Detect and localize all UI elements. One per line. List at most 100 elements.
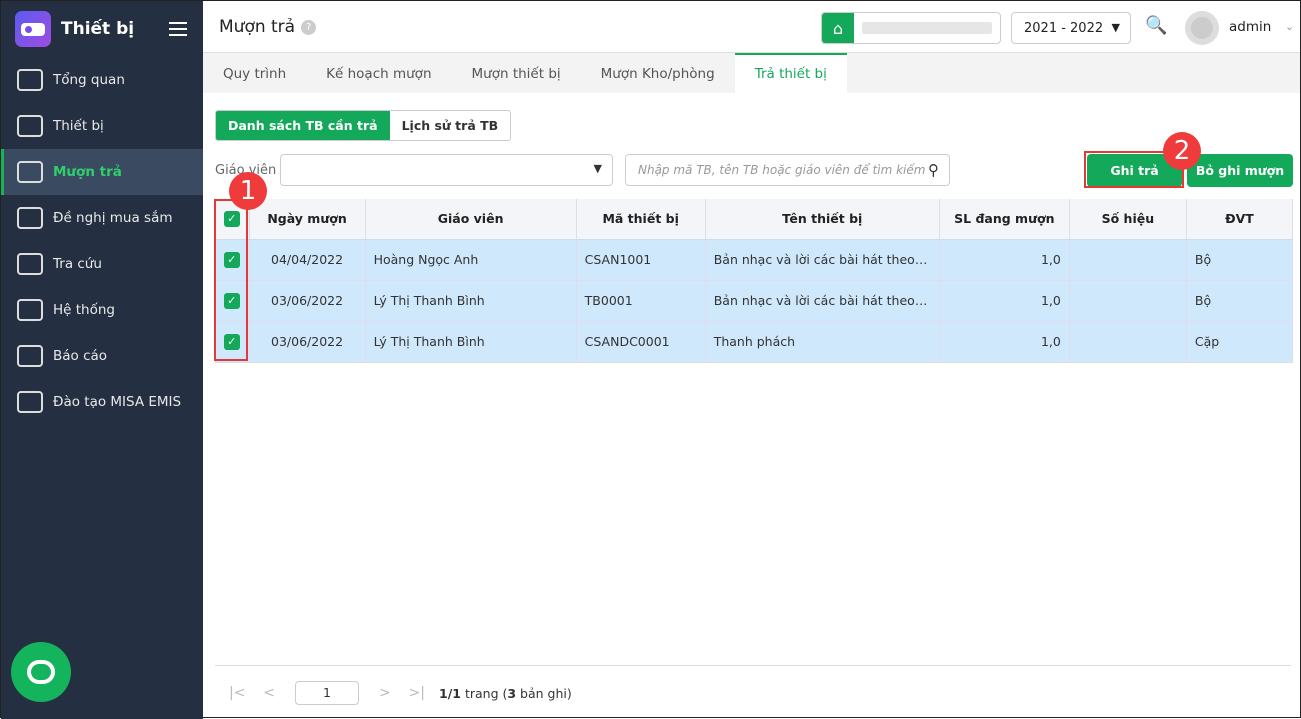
tab-2[interactable]: Mượn thiết bị <box>452 53 581 93</box>
column-header[interactable]: SL đang mượn <box>939 199 1070 240</box>
column-header[interactable]: Ngày mượn <box>249 199 366 240</box>
tab-1[interactable]: Kế hoạch mượn <box>306 53 451 93</box>
table-cell: 03/06/2022 <box>249 321 366 363</box>
sidebar-item-label: Tra cứu <box>53 256 102 272</box>
sidebar-item-label: Tổng quan <box>53 72 125 88</box>
table-cell: 1,0 <box>939 321 1070 363</box>
chevron-down-icon: ▼ <box>593 162 602 175</box>
table-cell: Hoàng Ngọc Anh <box>365 239 577 281</box>
chevron-down-icon[interactable]: ⌄ <box>1285 20 1294 33</box>
menu-icon[interactable] <box>169 18 187 40</box>
equipment-table: ✓ Ngày mượn Giáo viên Mã thiết bị Tên thiết … <box>215 199 1294 363</box>
column-header[interactable]: Số hiệu <box>1069 199 1187 240</box>
table-cell: Thanh phách <box>705 321 940 363</box>
monitor-icon <box>17 115 43 137</box>
step-badge-2: 2 <box>1163 132 1201 170</box>
last-page-icon[interactable]: >| <box>409 685 425 701</box>
record-word: bản ghi) <box>516 685 572 701</box>
table-row[interactable]: ✓ 04/04/2022 Hoàng Ngọc Anh CSAN1001 Bản nhạ… <box>215 239 1294 281</box>
table-cell: 04/04/2022 <box>249 239 366 281</box>
pie-icon <box>17 345 43 367</box>
table-cell: Cặp <box>1186 321 1294 363</box>
tab-0[interactable]: Quy trình <box>203 53 306 93</box>
column-header[interactable]: Tên thiết bị <box>705 199 940 240</box>
teacher-select[interactable]: ▼ <box>280 154 613 186</box>
lookup-icon[interactable]: 🔍 <box>1145 15 1167 36</box>
column-header[interactable]: ĐVT <box>1186 199 1294 240</box>
avatar[interactable] <box>1185 11 1219 45</box>
home-icon: ⌂ <box>822 13 854 43</box>
sidebar-item-label: Thiết bị <box>53 118 104 134</box>
table-cell <box>1069 239 1187 281</box>
tab-3[interactable]: Mượn Kho/phòng <box>581 53 735 93</box>
table-row[interactable]: ✓ 03/06/2022 Lý Thị Thanh Bình CSANDC0001 Th… <box>215 321 1294 363</box>
chat-button[interactable] <box>11 642 71 702</box>
username[interactable]: admin <box>1229 19 1271 35</box>
header: Mượn trả? ⌂ 2021 - 2022 ▼ 🔍 admin ⌄ <box>203 1 1300 53</box>
sidebar-item-label: Đào tạo MISA EMIS <box>53 394 182 410</box>
sidebar: Thiết bị Tổng quan Thiết bị Mượn trả Đề ngh… <box>1 1 203 719</box>
tab-bar: Quy trình Kế hoạch mượn Mượn thiết bị Mượn … <box>203 53 1300 93</box>
sidebar-item-6[interactable]: Báo cáo <box>1 333 203 379</box>
page-title-text: Mượn trả <box>219 16 296 37</box>
tab-4[interactable]: Trả thiết bị <box>734 53 847 93</box>
first-page-icon[interactable]: |< <box>229 685 245 701</box>
search-input[interactable]: Nhập mã TB, tên TB hoặc giáo viên để tìm… <box>625 154 950 186</box>
sidebar-item-4[interactable]: Tra cứu <box>1 241 203 287</box>
sidebar-item-label: Mượn trả <box>53 164 122 180</box>
page-info: 1/1 trang (3 bản ghi) <box>439 686 572 701</box>
table-cell: Bộ <box>1186 280 1294 322</box>
app-title: Thiết bị <box>61 19 135 39</box>
table-cell: TB0001 <box>576 280 706 322</box>
table-row[interactable]: ✓ 03/06/2022 Lý Thị Thanh Bình TB0001 Bản nh… <box>215 280 1294 322</box>
column-header[interactable]: Mã thiết bị <box>576 199 706 240</box>
sidebar-item-label: Đề nghị mua sắm <box>53 210 173 226</box>
page-title: Mượn trả? <box>219 16 317 37</box>
page-word: trang ( <box>460 685 508 701</box>
help-icon[interactable]: ? <box>301 19 317 35</box>
chevron-down-icon: ▼ <box>1111 21 1120 34</box>
table-cell: CSAN1001 <box>576 239 706 281</box>
sidebar-item-2[interactable]: Mượn trả <box>1 149 203 195</box>
school-selector[interactable]: ⌂ <box>821 12 1001 44</box>
page-input[interactable]: 1 <box>295 681 359 705</box>
prev-page-icon[interactable]: < <box>263 685 275 701</box>
step-badge-1: 1 <box>229 172 267 210</box>
gear-icon <box>17 299 43 321</box>
table-cell: Bản nhạc và lời các bài hát theo S... <box>705 280 940 322</box>
school-year-select[interactable]: 2021 - 2022 ▼ <box>1011 12 1131 44</box>
pagination: |< < 1 > >| 1/1 trang (3 bản ghi) <box>229 681 572 705</box>
sidebar-item-7[interactable]: Đào tạo MISA EMIS <box>1 379 203 425</box>
projector-icon <box>17 207 43 229</box>
cancel-borrow-button[interactable]: Bỏ ghi mượn <box>1187 154 1293 187</box>
sidebar-item-label: Báo cáo <box>53 348 108 364</box>
table-cell: Lý Thị Thanh Bình <box>365 280 577 322</box>
sidebar-item-0[interactable]: Tổng quan <box>1 57 203 103</box>
school-name-blurred <box>862 22 992 34</box>
table-cell: 1,0 <box>939 239 1070 281</box>
search-icon <box>17 253 43 275</box>
column-header[interactable]: Giáo viên <box>365 199 577 240</box>
record-count: 3 <box>507 685 517 701</box>
brand: Thiết bị <box>1 1 203 57</box>
search-icon[interactable]: ⚲ <box>928 155 939 185</box>
segment-to-return[interactable]: Danh sách TB cần trả <box>216 111 390 140</box>
table-cell: Bộ <box>1186 239 1294 281</box>
chat-icon <box>27 660 55 684</box>
projector-logo-icon <box>15 11 51 47</box>
chart-icon <box>17 69 43 91</box>
box-icon <box>17 391 43 413</box>
table-cell <box>1069 280 1187 322</box>
cart-icon <box>17 161 43 183</box>
next-page-icon[interactable]: > <box>379 685 391 701</box>
table-cell: CSANDC0001 <box>576 321 706 363</box>
year-value: 2021 - 2022 <box>1024 20 1104 36</box>
sidebar-item-1[interactable]: Thiết bị <box>1 103 203 149</box>
table-cell: Bản nhạc và lời các bài hát theo S... <box>705 239 940 281</box>
sidebar-item-3[interactable]: Đề nghị mua sắm <box>1 195 203 241</box>
segment-history[interactable]: Lịch sử trả TB <box>390 111 511 140</box>
footer-divider <box>215 665 1291 666</box>
table-cell: 1,0 <box>939 280 1070 322</box>
sidebar-item-5[interactable]: Hệ thống <box>1 287 203 333</box>
sidebar-item-label: Hệ thống <box>53 302 115 318</box>
